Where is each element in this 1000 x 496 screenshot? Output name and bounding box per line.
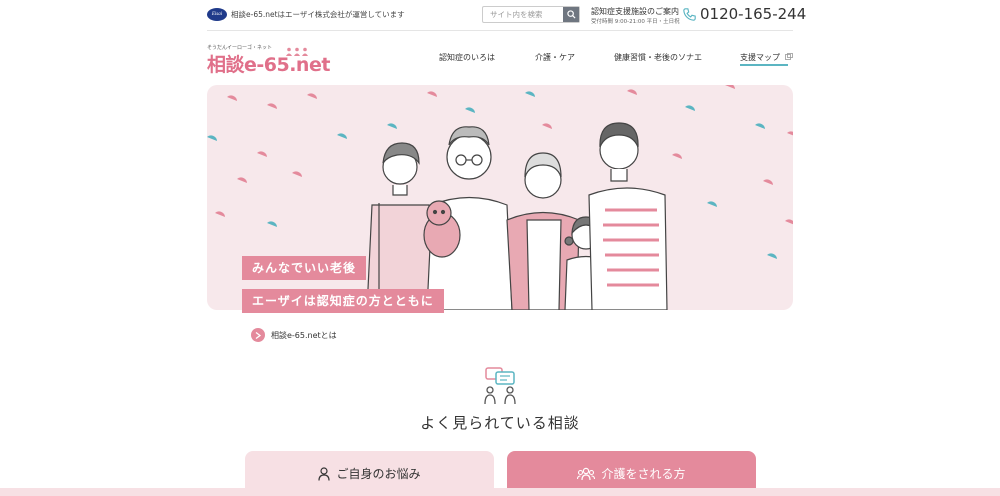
group-icon	[577, 467, 596, 481]
site-search	[482, 6, 580, 23]
eisai-logo[interactable]: Eisai	[207, 8, 227, 21]
top-bar: Eisai 相談e-65.netはエーザイ株式会社が運営しています 認知症支援施…	[0, 0, 1000, 30]
phone-icon	[683, 8, 696, 21]
operator-tagline: 相談e-65.netはエーザイ株式会社が運営しています	[231, 10, 405, 19]
person-icon	[318, 466, 331, 481]
section-title: よく見られている相談	[420, 414, 580, 432]
external-link-icon	[784, 53, 793, 60]
search-button[interactable]	[563, 7, 579, 22]
guide-hours: 受付時間 9:00-21:00 平日・土日祝	[591, 19, 680, 25]
tab-content-band	[0, 488, 1000, 496]
young-man-figure	[588, 122, 668, 310]
nav-care[interactable]: 介護・ケア	[535, 52, 575, 63]
site-logo[interactable]: そうだんイーローゴ・ネット 相談e-65.net	[207, 44, 330, 76]
consultation-icon	[484, 367, 516, 405]
tab-care-label: 介護をされる方	[601, 467, 686, 481]
about-link[interactable]: 相談e-65.netとは	[251, 327, 337, 343]
nav-dementia-basics[interactable]: 認知症のいろは	[439, 52, 495, 63]
guide-title[interactable]: 認知症支援施設のご案内	[591, 6, 679, 17]
phone-number[interactable]: 0120-165-244	[700, 5, 806, 23]
about-link-label: 相談e-65.netとは	[271, 330, 337, 340]
nav-support-map[interactable]: 支援マップ	[740, 52, 793, 63]
logo-text: 相談e-65.net	[207, 54, 330, 76]
eisai-logo-text: Eisai	[211, 12, 223, 17]
header-divider	[207, 30, 793, 31]
search-input[interactable]	[483, 7, 565, 22]
active-nav-underline	[740, 64, 788, 66]
people-logo-icon	[286, 47, 308, 56]
nav-health-habits[interactable]: 健康習慣・老後のソナエ	[614, 52, 702, 63]
hero-catch-2: エーザイは認知症の方とともに	[242, 289, 444, 313]
search-icon	[566, 10, 576, 19]
hero-catch-1: みんなでいい老後	[242, 256, 367, 280]
tab-self-label: ご自身のお悩み	[336, 467, 421, 481]
arrow-right-icon	[251, 328, 265, 342]
support-map-label: 支援マップ	[740, 53, 780, 62]
